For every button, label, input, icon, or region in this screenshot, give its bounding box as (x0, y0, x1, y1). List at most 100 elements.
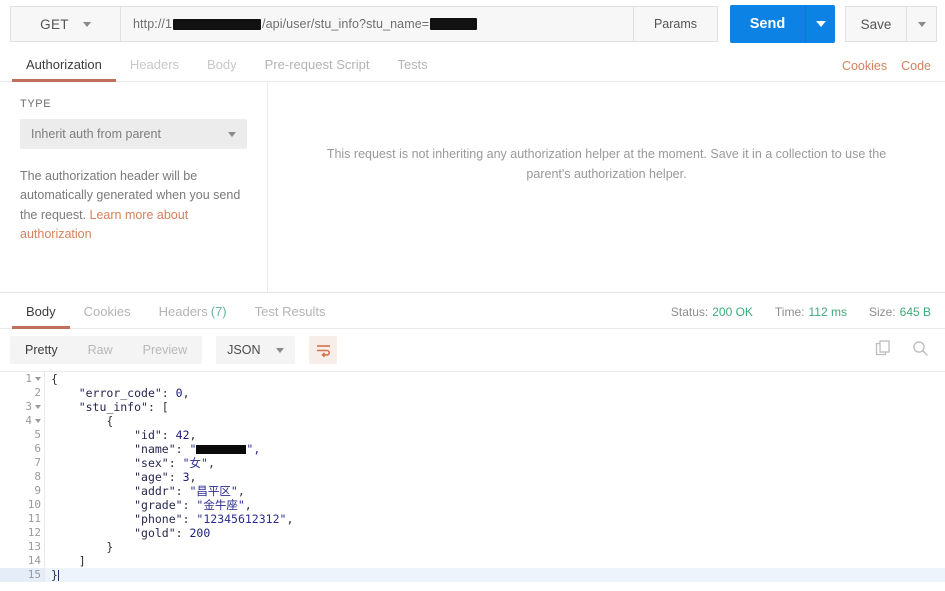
auth-message-column: This request is not inheriting any autho… (268, 82, 945, 292)
response-tab-test-results[interactable]: Test Results (241, 304, 340, 328)
line-number: 6 (0, 442, 44, 456)
fold-arrow-icon[interactable] (35, 404, 41, 409)
send-button[interactable]: Send (730, 5, 805, 43)
code-token: "12345612312" (196, 512, 287, 526)
code-line: 4 { (0, 414, 945, 428)
response-format-bar: Pretty Raw Preview JSON (0, 329, 945, 371)
code-line-text: "grade": "金牛座", (45, 498, 945, 512)
word-wrap-icon[interactable] (309, 336, 338, 364)
search-icon[interactable] (912, 340, 929, 360)
code-line-text: } (45, 540, 945, 554)
code-line: 7 "sex": "女", (0, 456, 945, 470)
code-token: "phone" (134, 512, 183, 526)
code-line: 10 "grade": "金牛座", (0, 498, 945, 512)
response-size: Size: 645 B (869, 305, 931, 319)
language-select[interactable]: JSON (216, 336, 296, 364)
request-tab-body[interactable]: Body (193, 57, 251, 81)
response-time-value: 112 ms (808, 305, 847, 319)
status-badge-value: 200 OK (712, 305, 753, 319)
code-line-text: "id": 42, (45, 428, 945, 442)
response-tab-headers[interactable]: Headers (7) (145, 304, 241, 328)
code-line-text: "gold": 200 (45, 526, 945, 540)
response-tab-body[interactable]: Body (12, 304, 70, 329)
url-middle: /api/user/stu_info?stu_name= (262, 17, 430, 31)
response-time-label: Time: (774, 305, 805, 319)
save-button-group: Save (845, 6, 937, 42)
status-badge: Status: 200 OK (671, 305, 753, 319)
http-method-dropdown[interactable]: GET (10, 6, 120, 42)
line-number: 1 (0, 372, 44, 386)
line-number-value: 14 (27, 554, 41, 567)
code-token: "gold" (134, 526, 176, 540)
line-number-value: 1 (25, 372, 32, 385)
code-line: 2 "error_code": 0, (0, 386, 945, 400)
copy-icon[interactable] (875, 340, 892, 360)
line-number-value: 13 (27, 540, 41, 553)
code-line: 6 "name": " ", (0, 442, 945, 456)
line-number: 11 (0, 512, 44, 526)
line-number: 9 (0, 484, 44, 498)
line-number: 7 (0, 456, 44, 470)
response-body-viewer[interactable]: 1{2 "error_code": 0, 3 "stu_info": [4 {5 … (0, 371, 945, 589)
code-token: , (189, 470, 197, 484)
code-token: } (51, 568, 58, 582)
code-token: "grade" (134, 498, 183, 512)
response-tab-label: Headers (158, 304, 208, 319)
response-tab-label: Test Results (254, 304, 326, 319)
line-number-value: 9 (34, 484, 41, 497)
code-token: , (244, 498, 252, 512)
line-number: 13 (0, 540, 44, 554)
code-line-text: ] (45, 554, 945, 568)
view-mode-pretty[interactable]: Pretty (10, 336, 73, 364)
request-url-bar: GET http://1/api/user/stu_info?stu_name=… (0, 0, 945, 48)
line-number-value: 5 (34, 428, 41, 441)
request-tab-pre-request-script[interactable]: Pre-request Script (251, 57, 384, 81)
send-options-button[interactable] (805, 5, 835, 43)
auth-type-value: Inherit auth from parent (31, 127, 161, 141)
view-mode-preview[interactable]: Preview (128, 336, 202, 364)
auth-type-select[interactable]: Inherit auth from parent (20, 119, 247, 149)
code-token: : (168, 456, 183, 470)
view-mode-raw[interactable]: Raw (73, 336, 128, 364)
request-tab-tests[interactable]: Tests (383, 57, 441, 81)
send-button-group: Send (730, 5, 835, 43)
redacted-query-value (430, 18, 478, 30)
word-wrap-glyph (316, 344, 330, 357)
url-input[interactable]: http://1/api/user/stu_info?stu_name= (120, 6, 634, 42)
code-token: : (161, 428, 176, 442)
chevron-down-icon (815, 21, 826, 27)
save-button[interactable]: Save (845, 6, 907, 42)
response-tab-cookies[interactable]: Cookies (70, 304, 145, 328)
code-token: "sex" (134, 456, 169, 470)
params-button[interactable]: Params (634, 6, 718, 42)
line-number-value: 3 (25, 400, 32, 413)
code-token: "昌平区" (189, 484, 238, 498)
cookies-link[interactable]: Cookies (842, 59, 887, 73)
save-options-button[interactable] (907, 6, 937, 42)
code-line: 13 } (0, 540, 945, 554)
line-number: 2 (0, 386, 44, 400)
code-token: , (207, 456, 215, 470)
code-token: : (168, 470, 183, 484)
line-number-value: 8 (34, 470, 41, 483)
code-line-text: "stu_info": [ (45, 400, 945, 414)
auth-type-label: TYPE (20, 98, 52, 110)
line-number-value: 4 (25, 414, 32, 427)
code-line: 11 "phone": "12345612312", (0, 512, 945, 526)
fold-arrow-icon[interactable] (35, 418, 41, 423)
response-time: Time: 112 ms (775, 305, 847, 319)
code-link[interactable]: Code (901, 59, 931, 73)
line-number-value: 11 (27, 512, 41, 525)
request-tab-authorization[interactable]: Authorization (12, 57, 116, 82)
fold-arrow-icon[interactable] (35, 376, 41, 381)
code-token: 3 (182, 470, 190, 484)
auth-config-column: TYPE Inherit auth from parent The author… (0, 82, 268, 292)
request-tab-headers[interactable]: Headers (116, 57, 193, 81)
code-token: 200 (189, 526, 211, 540)
